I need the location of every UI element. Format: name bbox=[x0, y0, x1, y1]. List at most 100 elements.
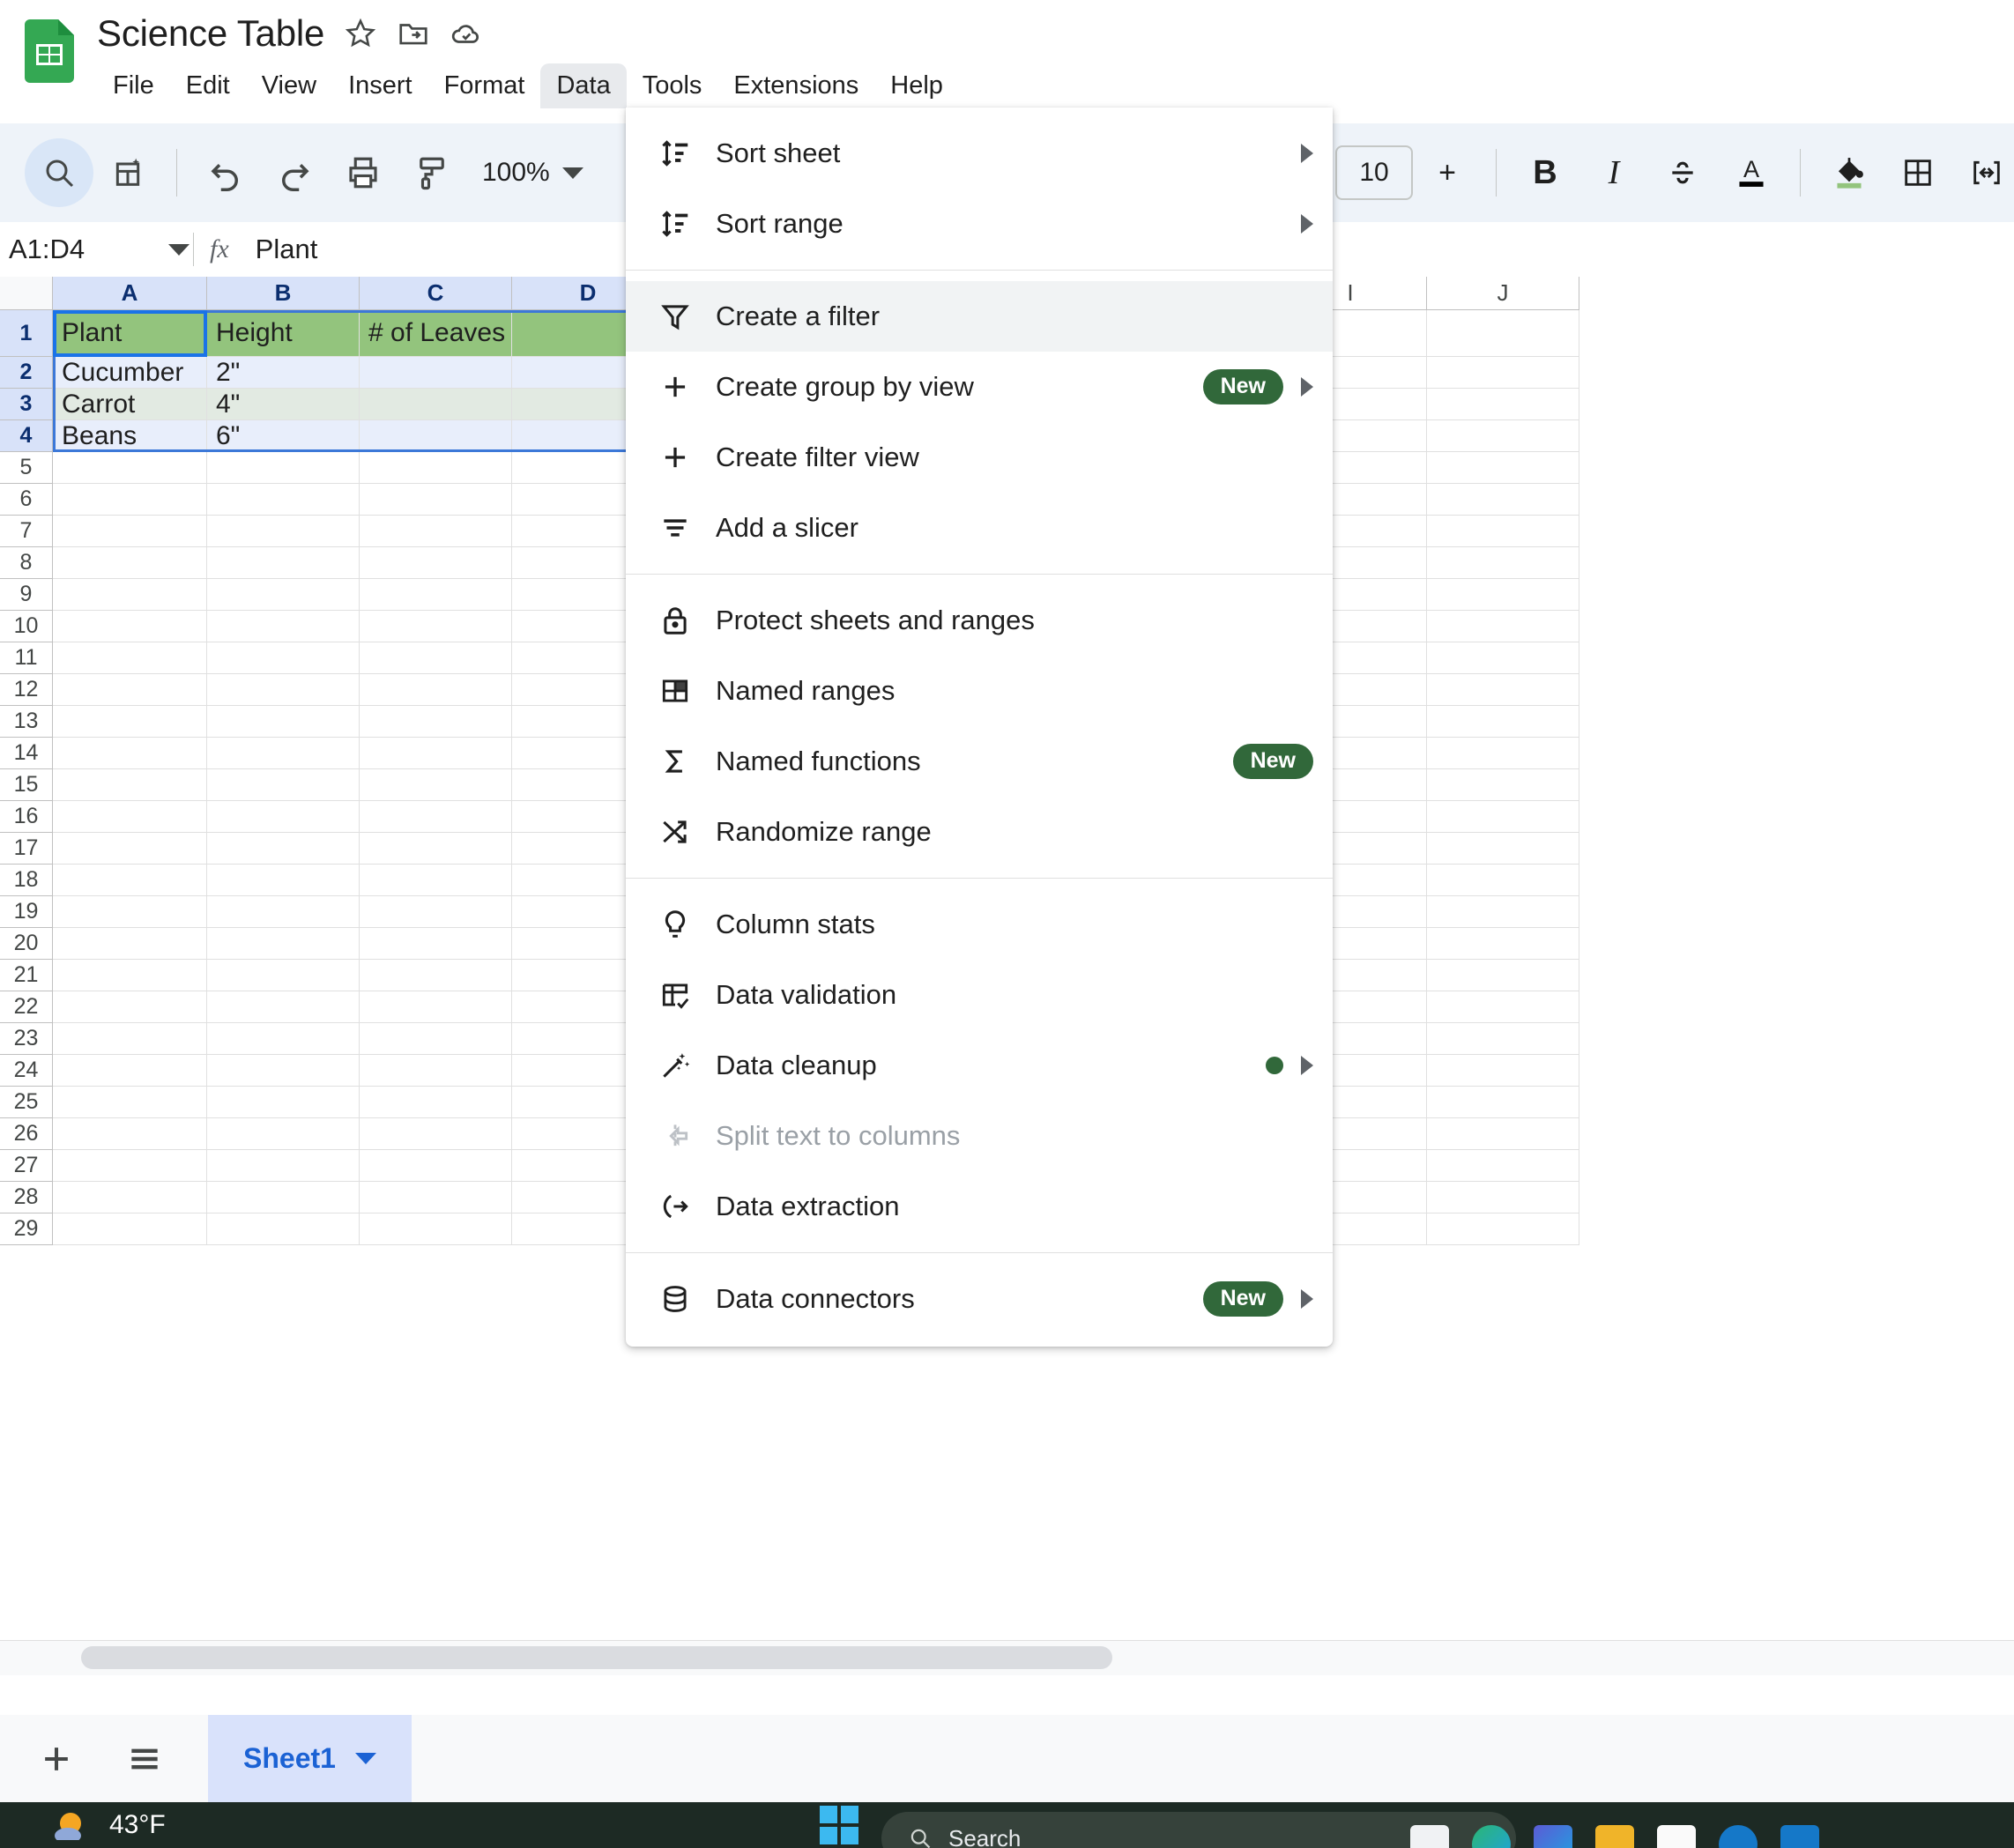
cell-A19[interactable] bbox=[53, 896, 207, 928]
cell-A21[interactable] bbox=[53, 960, 207, 991]
row-header-20[interactable]: 20 bbox=[0, 928, 53, 960]
cell-B7[interactable] bbox=[207, 516, 360, 547]
name-box[interactable]: A1:D4 bbox=[0, 234, 190, 265]
cell-J5[interactable] bbox=[1427, 452, 1579, 484]
cell-C12[interactable] bbox=[360, 674, 512, 706]
font-size-input[interactable]: 10 bbox=[1335, 145, 1413, 200]
menu-item-data-validation[interactable]: Data validation bbox=[626, 960, 1333, 1030]
cell-B6[interactable] bbox=[207, 484, 360, 516]
cell-J25[interactable] bbox=[1427, 1087, 1579, 1118]
cell-J3[interactable] bbox=[1427, 389, 1579, 420]
menu-item-data-cleanup[interactable]: Data cleanup bbox=[626, 1030, 1333, 1101]
increase-font-size-button[interactable]: + bbox=[1413, 138, 1482, 207]
cell-B22[interactable] bbox=[207, 991, 360, 1023]
data-menu-popup[interactable]: Sort sheet Sort range Create a filter Creat… bbox=[626, 108, 1333, 1347]
row-header-3[interactable]: 3 bbox=[0, 389, 53, 420]
cell-B29[interactable] bbox=[207, 1213, 360, 1245]
cell-A7[interactable] bbox=[53, 516, 207, 547]
cell-A2[interactable]: Cucumber bbox=[53, 357, 207, 389]
cell-C17[interactable] bbox=[360, 833, 512, 865]
menu-item-create-a-filter[interactable]: Create a filter bbox=[626, 281, 1333, 352]
menu-item-protect-sheets-and-ranges[interactable]: Protect sheets and ranges bbox=[626, 585, 1333, 656]
strikethrough-icon[interactable] bbox=[1648, 138, 1717, 207]
column-header-c[interactable]: C bbox=[360, 277, 512, 310]
row-header-6[interactable]: 6 bbox=[0, 484, 53, 516]
cell-A18[interactable] bbox=[53, 865, 207, 896]
cell-J29[interactable] bbox=[1427, 1213, 1579, 1245]
column-header-b[interactable]: B bbox=[207, 277, 360, 310]
cell-B4[interactable]: 6" bbox=[207, 420, 360, 452]
cell-C5[interactable] bbox=[360, 452, 512, 484]
bold-button[interactable]: B bbox=[1511, 138, 1579, 207]
cell-B28[interactable] bbox=[207, 1182, 360, 1213]
cell-A10[interactable] bbox=[53, 611, 207, 642]
cell-C13[interactable] bbox=[360, 706, 512, 738]
row-header-4[interactable]: 4 bbox=[0, 420, 53, 452]
cell-B17[interactable] bbox=[207, 833, 360, 865]
cell-A28[interactable] bbox=[53, 1182, 207, 1213]
cell-C25[interactable] bbox=[360, 1087, 512, 1118]
cell-J10[interactable] bbox=[1427, 611, 1579, 642]
cell-J24[interactable] bbox=[1427, 1055, 1579, 1087]
menu-item-create-group-by-view[interactable]: Create group by view New bbox=[626, 352, 1333, 422]
app-icon-2[interactable] bbox=[1534, 1825, 1572, 1848]
cell-J1[interactable] bbox=[1427, 310, 1579, 357]
cell-J8[interactable] bbox=[1427, 547, 1579, 579]
cell-C14[interactable] bbox=[360, 738, 512, 769]
file-explorer-icon[interactable] bbox=[1410, 1825, 1449, 1848]
cell-C29[interactable] bbox=[360, 1213, 512, 1245]
cell-C6[interactable] bbox=[360, 484, 512, 516]
menu-item-column-stats[interactable]: Column stats bbox=[626, 889, 1333, 960]
cell-B2[interactable]: 2" bbox=[207, 357, 360, 389]
cell-C11[interactable] bbox=[360, 642, 512, 674]
sheet-tab-sheet1[interactable]: Sheet1 bbox=[208, 1715, 412, 1802]
cell-B9[interactable] bbox=[207, 579, 360, 611]
app-icon-3[interactable] bbox=[1780, 1825, 1819, 1848]
cell-B23[interactable] bbox=[207, 1023, 360, 1055]
row-header-15[interactable]: 15 bbox=[0, 769, 53, 801]
cell-J12[interactable] bbox=[1427, 674, 1579, 706]
fill-color-icon[interactable] bbox=[1815, 138, 1884, 207]
menu-item-randomize-range[interactable]: Randomize range bbox=[626, 797, 1333, 867]
cell-J23[interactable] bbox=[1427, 1023, 1579, 1055]
cell-C26[interactable] bbox=[360, 1118, 512, 1150]
cell-A20[interactable] bbox=[53, 928, 207, 960]
row-header-22[interactable]: 22 bbox=[0, 991, 53, 1023]
cell-J27[interactable] bbox=[1427, 1150, 1579, 1182]
formula-input[interactable]: Plant bbox=[256, 234, 318, 265]
cell-C19[interactable] bbox=[360, 896, 512, 928]
menu-insert[interactable]: Insert bbox=[332, 63, 428, 108]
cell-J7[interactable] bbox=[1427, 516, 1579, 547]
store-icon[interactable] bbox=[1657, 1825, 1696, 1848]
cell-C21[interactable] bbox=[360, 960, 512, 991]
cell-A4[interactable]: Beans bbox=[53, 420, 207, 452]
cell-J2[interactable] bbox=[1427, 357, 1579, 389]
cell-A5[interactable] bbox=[53, 452, 207, 484]
cell-J11[interactable] bbox=[1427, 642, 1579, 674]
menu-item-sort-sheet[interactable]: Sort sheet bbox=[626, 118, 1333, 189]
text-color-button[interactable]: A bbox=[1717, 138, 1786, 207]
cell-B14[interactable] bbox=[207, 738, 360, 769]
cell-A13[interactable] bbox=[53, 706, 207, 738]
cell-B19[interactable] bbox=[207, 896, 360, 928]
cell-J18[interactable] bbox=[1427, 865, 1579, 896]
menu-item-data-connectors[interactable]: Data connectors New bbox=[626, 1264, 1333, 1334]
taskbar-weather-widget[interactable]: 43°F bbox=[53, 1810, 166, 1844]
menu-view[interactable]: View bbox=[246, 63, 332, 108]
cell-J22[interactable] bbox=[1427, 991, 1579, 1023]
cell-A1[interactable]: Plant bbox=[53, 310, 207, 357]
cell-A25[interactable] bbox=[53, 1087, 207, 1118]
menu-item-sort-range[interactable]: Sort range bbox=[626, 189, 1333, 259]
cell-A17[interactable] bbox=[53, 833, 207, 865]
cell-B11[interactable] bbox=[207, 642, 360, 674]
cell-C24[interactable] bbox=[360, 1055, 512, 1087]
cell-B13[interactable] bbox=[207, 706, 360, 738]
row-header-26[interactable]: 26 bbox=[0, 1118, 53, 1150]
row-header-25[interactable]: 25 bbox=[0, 1087, 53, 1118]
cell-B24[interactable] bbox=[207, 1055, 360, 1087]
cell-J20[interactable] bbox=[1427, 928, 1579, 960]
cell-B8[interactable] bbox=[207, 547, 360, 579]
row-header-8[interactable]: 8 bbox=[0, 547, 53, 579]
zoom-control[interactable]: 100% bbox=[466, 158, 594, 188]
cell-A24[interactable] bbox=[53, 1055, 207, 1087]
